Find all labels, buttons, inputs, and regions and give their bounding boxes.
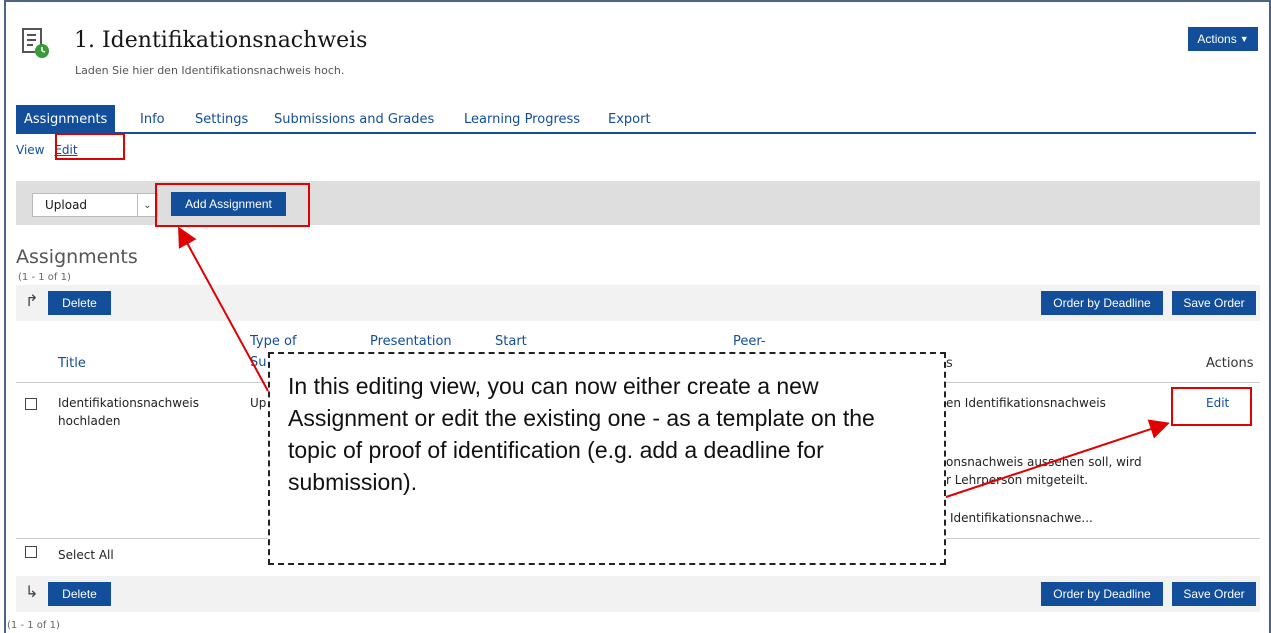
row-checkbox[interactable] (25, 398, 37, 410)
row-type: Up (250, 396, 267, 410)
row-title-line1: Identifikationsnachweis (58, 396, 200, 410)
row-desc-line3: r Lehrperson mitgeteilt. (946, 473, 1089, 487)
save-order-button-top[interactable]: Save Order (1172, 291, 1256, 315)
select-all-label: Select All (58, 548, 114, 562)
actions-dropdown-button[interactable]: Actions ▼ (1188, 27, 1258, 51)
column-s: s (946, 356, 953, 371)
page-description: Laden Sie hier den Identifikationsnachwe… (75, 64, 345, 77)
page-title: 1. Identifikationsnachweis (74, 28, 368, 53)
row-desc-line2: onsnachweis aussehen soll, wird (946, 455, 1142, 469)
tab-bar: Assignments Info Settings Submissions an… (16, 105, 1256, 134)
tab-settings[interactable]: Settings (187, 105, 256, 134)
highlight-edit-link (1171, 387, 1252, 426)
highlight-add-assignment (155, 183, 310, 227)
column-start[interactable]: Start (495, 334, 527, 349)
item-count-bottom: (1 - 1 of 1) (7, 620, 60, 631)
tab-submissions-and-grades[interactable]: Submissions and Grades (266, 105, 442, 134)
item-count: (1 - 1 of 1) (18, 272, 71, 283)
assignment-type-select[interactable]: Upload ⌄ (32, 193, 158, 217)
chevron-down-icon: ⌄ (137, 194, 157, 216)
annotation-callout: In this editing view, you can now either… (268, 352, 946, 565)
order-by-deadline-button-bottom[interactable]: Order by Deadline (1041, 582, 1163, 606)
column-peer[interactable]: Peer- (733, 334, 766, 349)
row-title-line2: hochladen (58, 414, 121, 428)
order-by-deadline-button-top[interactable]: Order by Deadline (1041, 291, 1163, 315)
corner-arrow-down-icon: ↳ (25, 582, 39, 601)
column-title[interactable]: Title (58, 356, 86, 371)
corner-arrow-up-icon: ↱ (25, 291, 39, 310)
tab-info[interactable]: Info (132, 105, 173, 134)
exercise-icon (22, 28, 50, 60)
tab-assignments[interactable]: Assignments (16, 105, 116, 134)
caret-down-icon: ▼ (1239, 34, 1249, 44)
select-all-checkbox[interactable] (25, 546, 37, 558)
delete-button-bottom[interactable]: Delete (48, 582, 111, 606)
save-order-button-bottom[interactable]: Save Order (1172, 582, 1256, 606)
subtab-view[interactable]: View (16, 143, 44, 157)
row-desc-line4: Identifikationsnachwe... (950, 511, 1093, 525)
assignment-type-value: Upload (45, 198, 88, 212)
tab-export[interactable]: Export (600, 105, 659, 134)
column-type-line2[interactable]: Su (250, 355, 267, 370)
section-title: Assignments (16, 246, 138, 268)
row-desc-line1: en Identifikationsnachweis (946, 396, 1106, 410)
column-actions: Actions (1206, 356, 1254, 371)
highlight-edit-subtab (55, 133, 125, 160)
actions-label: Actions (1197, 32, 1237, 46)
delete-button-top[interactable]: Delete (48, 291, 111, 315)
column-presentation[interactable]: Presentation (370, 334, 452, 349)
tab-learning-progress[interactable]: Learning Progress (456, 105, 588, 134)
column-type-line1[interactable]: Type of (250, 334, 297, 349)
